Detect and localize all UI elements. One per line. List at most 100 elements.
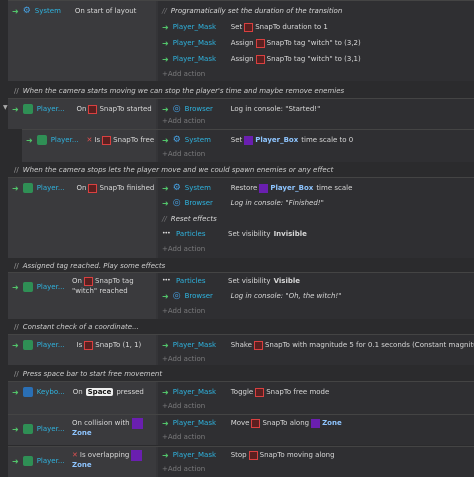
player-sprite-icon — [22, 456, 33, 466]
add-action-button[interactable]: + Add action — [162, 351, 205, 367]
actions-block[interactable]: ➜ ⚙ System Set Player_Box time scale to … — [158, 130, 474, 162]
comment-icon: // — [14, 323, 19, 331]
action-row[interactable]: ➜ Player_Mask Assign SnapTo tag "witch" … — [162, 35, 361, 51]
snapto-behavior-icon — [84, 340, 94, 350]
action-row[interactable]: ➜ Player_Mask Shake SnapTo with magnitud… — [162, 337, 474, 353]
add-action-button[interactable]: + Add action — [162, 303, 205, 319]
event-snapto-finished[interactable]: ➜ Player... On SnapTo finished ➜ ⚙ Syste… — [8, 177, 474, 258]
action-verb: Assign — [230, 39, 254, 47]
comment-icon: // — [14, 262, 19, 270]
arrow-icon: ➜ — [12, 6, 19, 16]
actions-block[interactable]: ➜ Player_Mask Stop SnapTo moving along +… — [158, 447, 474, 477]
comment-text: Assigned tag reached. Play some effects — [22, 262, 166, 270]
event-condition-block[interactable]: ➜ ⚙ System On start of layout — [8, 1, 156, 81]
action-object: Browser — [184, 199, 213, 207]
arrow-icon: ➜ — [12, 104, 19, 114]
add-action-label: Add action — [167, 70, 206, 78]
actions-block[interactable]: ➜ Player_Mask Shake SnapTo with magnitud… — [158, 335, 474, 365]
event-condition-block[interactable]: ➜ Player... On collision with Zone — [8, 415, 156, 445]
action-row[interactable]: ➜ Player_Mask Assign SnapTo tag "witch" … — [162, 51, 361, 67]
action-row[interactable]: ➜ Player_Mask Set SnapTo duration to 1 — [162, 19, 328, 35]
actions-block[interactable]: ➜ ◎ Browser Log in console: "Started!" +… — [158, 99, 474, 129]
action-row[interactable]: ➜ ◎ Browser Log in console: "Oh, the wit… — [162, 288, 341, 304]
action-verb: Set — [230, 23, 243, 31]
action-object: Player_Mask — [172, 39, 217, 47]
arrow-icon: ➜ — [162, 340, 169, 350]
condition-text: SnapTo started — [99, 105, 152, 113]
particles-icon — [162, 276, 172, 286]
action-comment: Programatically set the duration of the … — [170, 7, 343, 15]
arrow-icon: ➜ — [162, 387, 169, 397]
snapto-behavior-icon — [255, 387, 265, 397]
comment-text: When the camera stops lets the player mo… — [22, 166, 334, 174]
condition-object: Player... — [36, 425, 65, 433]
event-space-pressed[interactable]: ➜ Keybo... On Space pressed ➜ Player_Mas… — [8, 381, 474, 414]
condition-verb: On — [76, 184, 87, 192]
gear-icon: ⚙ — [172, 183, 181, 193]
add-action-button[interactable]: + Add action — [162, 241, 205, 257]
condition-object: Player... — [36, 341, 65, 349]
add-action-button[interactable]: + Add action — [162, 398, 205, 414]
add-action-button[interactable]: + Add action — [162, 66, 205, 82]
arrow-icon: ➜ — [162, 38, 169, 48]
event-comment: // Constant check of a coordinate... — [0, 321, 474, 333]
event-condition-block[interactable]: ➜ Player... ✕ Is overlapping Zone — [8, 447, 156, 477]
condition-text: pressed — [116, 388, 144, 396]
action-row[interactable]: Particles Set visibility Visible — [162, 273, 300, 289]
action-text: Log in console: "Oh, the witch!" — [230, 292, 342, 300]
comment-text: When the camera starts moving we can sto… — [22, 87, 345, 95]
event-condition-block[interactable]: ➜ Player... Is SnapTo (1, 1) — [8, 335, 156, 365]
arrow-icon: ➜ — [12, 340, 19, 350]
event-condition-block[interactable]: ➜ Keybo... On Space pressed — [8, 382, 156, 414]
event-condition-block[interactable]: ➜ Player... ✕ Is SnapTo free — [22, 130, 156, 162]
arrow-icon: ➜ — [12, 456, 19, 466]
action-row[interactable]: ➜ ◎ Browser Log in console: "Finished!" — [162, 195, 324, 211]
actions-block[interactable]: ➜ Player_Mask Toggle SnapTo free mode + … — [158, 382, 474, 414]
event-comment: // Assigned tag reached. Play some effec… — [0, 260, 474, 272]
add-action-label: Add action — [167, 245, 206, 253]
action-verb: Move — [230, 419, 250, 427]
arrow-icon: ➜ — [12, 387, 19, 397]
add-action-button[interactable]: + Add action — [162, 146, 205, 162]
action-row[interactable]: Particles Set visibility Invisible — [162, 226, 307, 242]
snapto-behavior-icon — [244, 22, 254, 32]
event-on-collision-zone[interactable]: ➜ Player... On collision with Zone ➜ Pla… — [8, 414, 474, 445]
event-is-snapto-coordinate[interactable]: ➜ Player... Is SnapTo (1, 1) ➜ Player_Ma… — [8, 334, 474, 365]
action-text: SnapTo along — [262, 419, 310, 427]
add-action-button[interactable]: + Add action — [162, 113, 205, 129]
event-snapto-tag-reached[interactable]: ➜ Player... On SnapTo tag "witch" reache… — [8, 272, 474, 319]
player-sprite-icon — [22, 424, 33, 434]
action-text: time scale to 0 — [301, 136, 354, 144]
action-row[interactable]: ➜ ⚙ System Restore Player_Box time scale — [162, 180, 352, 196]
condition-object: System — [34, 7, 61, 15]
actions-block[interactable]: ➜ ⚙ System Restore Player_Box time scale… — [158, 178, 474, 258]
condition-text: SnapTo free — [113, 136, 155, 144]
player-sprite-icon — [22, 183, 33, 193]
actions-block[interactable]: Particles Set visibility Visible ➜ ◎ Bro… — [158, 273, 474, 319]
action-text: SnapTo moving along — [259, 451, 335, 459]
action-value: Visible — [273, 277, 300, 285]
condition-text: SnapTo (1, 1) — [95, 341, 142, 349]
event-snapto-started[interactable]: ➜ Player... On SnapTo started ➜ ◎ Browse… — [8, 98, 474, 129]
event-start-of-layout[interactable]: ➜ ⚙ System On start of layout // Program… — [8, 0, 474, 81]
player-sprite-icon — [22, 104, 33, 114]
add-action-button[interactable]: + Add action — [162, 461, 205, 477]
add-action-button[interactable]: + Add action — [162, 429, 205, 445]
action-target-object: Player_Box — [270, 184, 314, 192]
event-condition-block[interactable]: ➜ Player... On SnapTo finished — [8, 178, 156, 258]
snapto-behavior-icon — [88, 104, 98, 114]
arrow-icon: ➜ — [12, 424, 19, 434]
gear-icon: ⚙ — [172, 135, 181, 145]
action-comment: Reset effects — [170, 215, 217, 223]
actions-block[interactable]: ➜ Player_Mask Move SnapTo along Zone + A… — [158, 415, 474, 445]
event-condition-block[interactable]: ➜ Player... On SnapTo tag "witch" reache… — [8, 273, 156, 319]
sub-event-is-snapto-free[interactable]: ➜ Player... ✕ Is SnapTo free ➜ ⚙ System … — [22, 129, 474, 162]
player-sprite-icon — [22, 340, 33, 350]
actions-block[interactable]: // Programatically set the duration of t… — [158, 1, 474, 81]
event-condition-block[interactable]: ➜ Player... On SnapTo started — [8, 99, 156, 129]
condition-object: Player... — [36, 457, 65, 465]
event-is-overlapping-zone[interactable]: ➜ Player... ✕ Is overlapping Zone ➜ Play… — [8, 446, 474, 477]
comment-icon: // — [14, 166, 19, 174]
condition-object: Player... — [36, 283, 65, 291]
collapse-toggle-icon[interactable]: ▼ — [3, 104, 8, 111]
